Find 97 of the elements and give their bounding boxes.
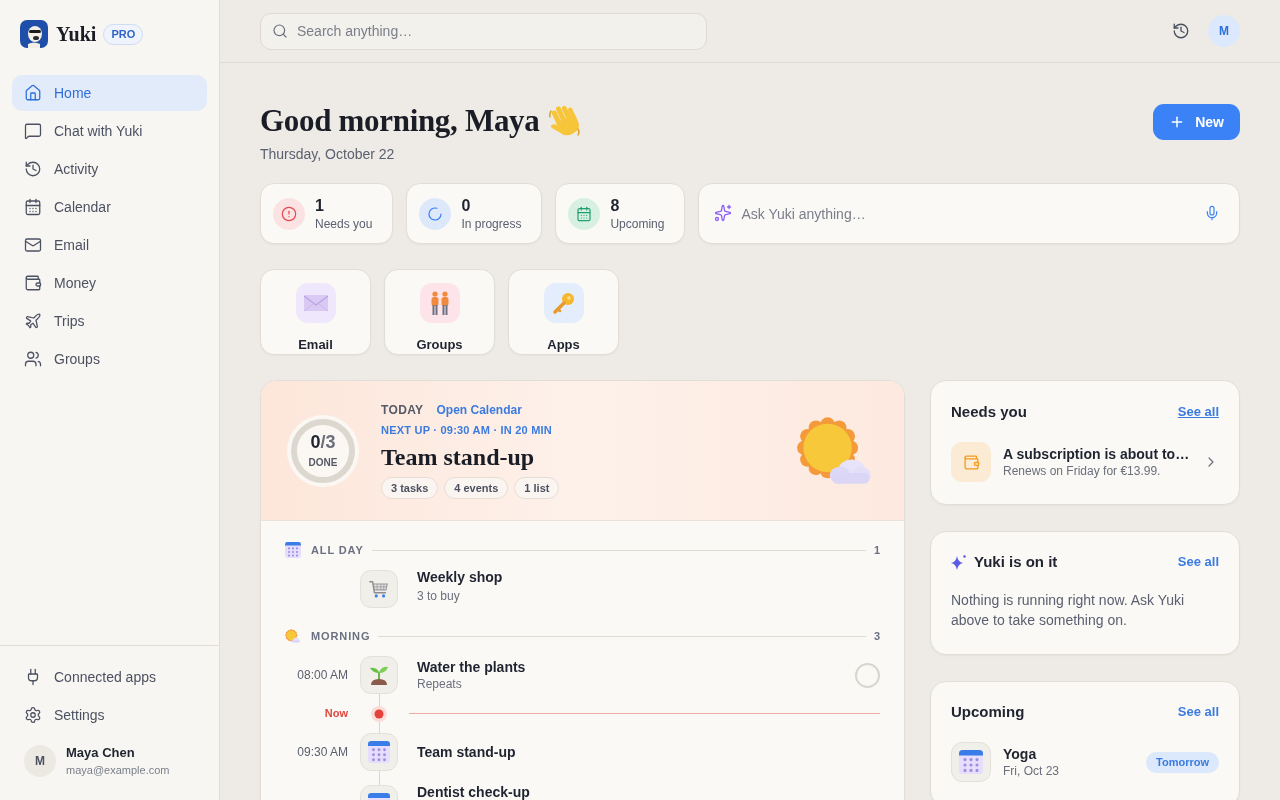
sidebar-nav-item[interactable]: Money (12, 265, 207, 301)
stat-value: 8 (610, 195, 621, 216)
sidebar-nav-item[interactable]: Home (12, 75, 207, 111)
user-avatar[interactable]: M (24, 745, 56, 777)
sidebar-link[interactable]: Settings (12, 697, 207, 733)
card-title: Yuki is on it (974, 551, 1058, 572)
item-subtitle: 3 to buy (417, 588, 461, 604)
sidebar-nav-item[interactable]: Chat with Yuki (12, 113, 207, 149)
sidebar-nav-item[interactable]: Calendar (12, 189, 207, 225)
search-icon (272, 22, 288, 39)
item-title[interactable]: Dentist check-up (417, 785, 880, 800)
chat-bubble-icon (24, 122, 42, 140)
next-event-title: Team stand-up (381, 443, 536, 473)
date-label: Thursday, October 22 (260, 145, 396, 164)
sidebar-nav-item[interactable]: Trips (12, 303, 207, 339)
stat-card[interactable]: 0 In progress (406, 183, 543, 244)
stat-value: 1 (315, 195, 325, 216)
summary-chip: 1 list (514, 477, 560, 500)
sparkle-icon (951, 554, 967, 570)
home-icon (24, 84, 42, 102)
calendar-icon (285, 542, 301, 558)
sidebar-link[interactable]: Connected apps (12, 659, 207, 695)
people-icon (24, 350, 42, 368)
stat-label: In progress (461, 215, 522, 232)
search-field[interactable]: Search anything… (260, 12, 707, 50)
open-calendar-link[interactable]: Open Calendar (436, 400, 522, 419)
section-count: 3 (873, 628, 880, 644)
item-title[interactable]: Weekly shop (417, 570, 880, 585)
progress-label: DONE (308, 455, 338, 470)
microphone-icon[interactable] (1204, 205, 1220, 221)
brand-name: Yuki (56, 22, 97, 47)
card-title: Needs you (951, 401, 1027, 422)
sidebar-nav-item[interactable]: Email (12, 227, 207, 263)
user-email: maya@example.com (66, 763, 170, 778)
wallet-icon (24, 274, 42, 292)
today-label: TODAY (381, 401, 424, 419)
progress-count: 0/3 (310, 431, 336, 452)
task-checkbox[interactable] (855, 662, 880, 688)
stat-card[interactable]: 1 Needs you (260, 183, 394, 244)
envelope-icon (24, 236, 42, 254)
sparkles-icon (714, 204, 733, 222)
day-badge: Tomorrow (1146, 751, 1219, 773)
item-subtitle: Fri, Oct 23 (1003, 763, 1060, 779)
shortcut-tile[interactable]: Groups (384, 269, 495, 355)
item-subtitle: Repeats (417, 676, 463, 692)
settings-icon (24, 706, 42, 724)
dog-logo-icon (20, 20, 48, 48)
calendar-icon (24, 198, 42, 216)
profile-avatar[interactable]: M (1208, 15, 1240, 47)
envelope-icon (295, 283, 336, 323)
item-time: 09:30 AM (296, 744, 348, 761)
plan-badge: PRO (103, 23, 144, 45)
ask-field[interactable]: Ask Yuki anything… (698, 183, 1240, 244)
two-people-icon (419, 283, 460, 323)
sidebar-nav-item[interactable]: Groups (12, 341, 207, 377)
plane-icon (24, 312, 42, 330)
stat-card[interactable]: 8 Upcoming (555, 183, 686, 244)
section-label: ALL DAY (311, 542, 364, 558)
stat-label: Upcoming (610, 215, 665, 232)
shortcut-tile[interactable]: Email (260, 269, 371, 355)
stat-label: Needs you (315, 215, 373, 232)
needs-you-item[interactable]: A subscription is about to… Renews on Friday for €13.99. (951, 442, 1219, 482)
status-message: Nothing is running right now. Ask Yuki above to take something on. (951, 591, 1186, 630)
history-icon[interactable] (1172, 22, 1190, 40)
sun-cloud-icon (285, 628, 301, 644)
shopping-cart-icon (360, 570, 398, 608)
item-time: 08:00 AM (296, 667, 348, 684)
calendar-icon (568, 197, 601, 230)
spinner-icon (419, 197, 452, 230)
section-label: MORNING (311, 628, 371, 644)
upcoming-item[interactable]: Yoga Fri, Oct 23 Tomorrow (951, 742, 1219, 782)
shortcut-tile[interactable]: Apps (508, 269, 619, 355)
calendar-icon (951, 742, 991, 782)
item-subtitle: Renews on Friday for €13.99. (1003, 463, 1162, 479)
now-marker-icon (371, 705, 387, 722)
see-all-link[interactable]: See all (1177, 702, 1219, 722)
see-all-link[interactable]: See all (1177, 402, 1219, 422)
item-title: A subscription is about to… (1003, 445, 1191, 463)
key-icon (543, 283, 584, 323)
summary-chip: 4 events (444, 477, 509, 500)
user-name: Maya Chen (66, 744, 136, 761)
section-count: 1 (873, 542, 880, 558)
wallet-icon (951, 442, 991, 482)
now-label: Now (323, 706, 348, 722)
stat-value: 0 (461, 195, 472, 216)
history-icon (24, 160, 42, 178)
alert-icon (273, 197, 305, 230)
item-title: Yoga (1003, 745, 1038, 763)
greeting-heading: Good morning, Maya (260, 102, 540, 140)
new-button[interactable]: New (1153, 104, 1240, 140)
next-up-label: NEXT UP · 09:30 AM · IN 20 MIN (381, 422, 554, 438)
sidebar-nav-item[interactable]: Activity (12, 151, 207, 187)
see-all-link[interactable]: See all (1177, 552, 1219, 572)
summary-chip: 3 tasks (381, 477, 439, 500)
item-title[interactable]: Team stand-up (417, 743, 880, 761)
card-title: Upcoming (951, 701, 1025, 722)
item-title[interactable]: Water the plants (417, 658, 855, 676)
